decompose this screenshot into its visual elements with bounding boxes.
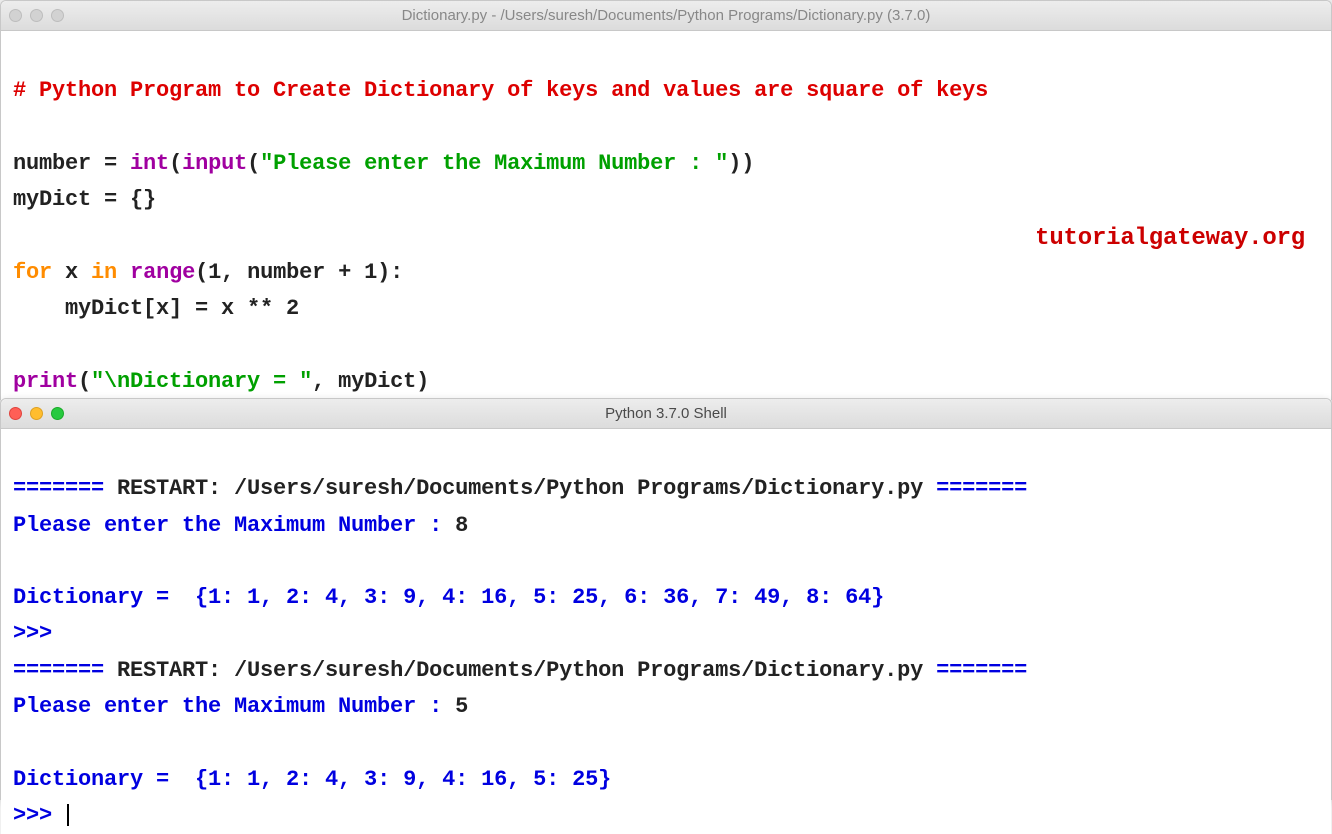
cursor-icon — [67, 804, 69, 826]
prompt-text: Please enter the Maximum Number : — [13, 694, 455, 719]
code-text: number — [13, 151, 104, 176]
zoom-icon[interactable] — [51, 9, 64, 22]
code-text: myDict[x] = x ** 2 — [13, 296, 299, 321]
shell-title: Python 3.7.0 Shell — [1, 405, 1331, 422]
shell-output-area[interactable]: ======= RESTART: /Users/suresh/Documents… — [1, 429, 1331, 834]
prompt-text: Please enter the Maximum Number : — [13, 513, 455, 538]
editor-titlebar[interactable]: Dictionary.py - /Users/suresh/Documents/… — [1, 1, 1331, 31]
code-builtin: print — [13, 369, 78, 394]
output-value: {1: 1, 2: 4, 3: 9, 4: 16, 5: 25} — [182, 767, 611, 792]
user-input: 8 — [455, 513, 468, 538]
restart-marker: ======= — [13, 476, 104, 501]
close-icon[interactable] — [9, 9, 22, 22]
code-builtin: int — [130, 151, 169, 176]
code-string: "Please enter the Maximum Number : " — [260, 151, 728, 176]
code-text: myDict = {} — [13, 187, 156, 212]
repl-prompt: >>> — [13, 803, 65, 828]
minimize-icon[interactable] — [30, 9, 43, 22]
close-icon[interactable] — [9, 407, 22, 420]
repl-prompt: >>> — [13, 621, 65, 646]
editor-code-area[interactable]: # Python Program to Create Dictionary of… — [1, 31, 1331, 400]
restart-path: RESTART: /Users/suresh/Documents/Python … — [104, 476, 936, 501]
zoom-icon[interactable] — [51, 407, 64, 420]
editor-title: Dictionary.py - /Users/suresh/Documents/… — [1, 7, 1331, 24]
code-string: "\nDictionary = " — [91, 369, 312, 394]
minimize-icon[interactable] — [30, 407, 43, 420]
shell-window: Python 3.7.0 Shell ======= RESTART: /Use… — [0, 398, 1332, 800]
code-comment: # Python Program to Create Dictionary of… — [13, 78, 988, 103]
code-builtin: range — [130, 260, 195, 285]
user-input: 5 — [455, 694, 468, 719]
shell-titlebar[interactable]: Python 3.7.0 Shell — [1, 399, 1331, 429]
output-label: Dictionary = — [13, 767, 182, 792]
editor-window: Dictionary.py - /Users/suresh/Documents/… — [0, 0, 1332, 400]
shell-traffic-lights — [9, 407, 64, 420]
watermark: tutorialgateway.org — [1035, 219, 1305, 259]
output-value: {1: 1, 2: 4, 3: 9, 4: 16, 5: 25, 6: 36, … — [182, 585, 884, 610]
restart-marker: ======= — [13, 658, 104, 683]
code-builtin: input — [182, 151, 247, 176]
code-keyword: for — [13, 260, 52, 285]
editor-traffic-lights — [9, 9, 64, 22]
restart-path: RESTART: /Users/suresh/Documents/Python … — [104, 658, 936, 683]
output-label: Dictionary = — [13, 585, 182, 610]
code-keyword: in — [91, 260, 117, 285]
